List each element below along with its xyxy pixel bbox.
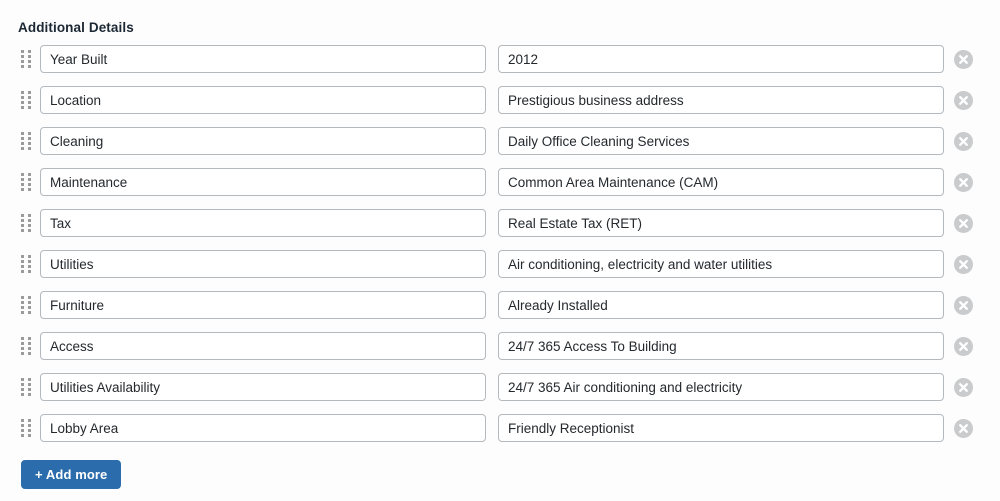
detail-key-input[interactable] (40, 209, 486, 237)
detail-row-5 (0, 250, 1000, 291)
drag-handle-icon[interactable] (21, 337, 32, 356)
remove-row-button[interactable] (954, 214, 973, 233)
drag-handle-icon[interactable] (21, 91, 32, 110)
detail-value-input[interactable] (498, 209, 944, 237)
page-title: Additional Details (18, 20, 134, 35)
detail-row-2 (0, 127, 1000, 168)
detail-value-input[interactable] (498, 45, 944, 73)
detail-value-input[interactable] (498, 373, 944, 401)
detail-row-6 (0, 291, 1000, 332)
detail-value-input[interactable] (498, 127, 944, 155)
detail-row-8 (0, 373, 1000, 414)
detail-value-input[interactable] (498, 168, 944, 196)
detail-key-input[interactable] (40, 127, 486, 155)
remove-row-button[interactable] (954, 255, 973, 274)
detail-key-input[interactable] (40, 250, 486, 278)
additional-details-panel: Additional Details Year Built 2012 Locat… (0, 0, 1000, 501)
detail-key-input[interactable] (40, 291, 486, 319)
drag-handle-icon[interactable] (21, 255, 32, 274)
remove-row-button[interactable] (954, 378, 973, 397)
detail-value-input[interactable] (498, 86, 944, 114)
detail-value-input[interactable] (498, 291, 944, 319)
add-more-button[interactable]: + Add more (21, 460, 122, 489)
remove-row-button[interactable] (954, 91, 973, 110)
detail-row-3 (0, 168, 1000, 209)
drag-handle-icon[interactable] (21, 132, 32, 151)
detail-key-input[interactable] (40, 373, 486, 401)
detail-row-9 (0, 414, 1000, 455)
detail-key-input[interactable] (40, 414, 486, 442)
detail-value-input[interactable] (498, 332, 944, 360)
drag-handle-icon[interactable] (21, 173, 32, 192)
detail-value-input[interactable] (498, 414, 944, 442)
drag-handle-icon[interactable] (21, 214, 32, 233)
detail-row-0 (0, 45, 1000, 86)
detail-value-input[interactable] (498, 250, 944, 278)
drag-handle-icon[interactable] (21, 50, 32, 69)
detail-rows-list (0, 45, 1000, 455)
detail-row-1 (0, 86, 1000, 127)
drag-handle-icon[interactable] (21, 296, 32, 315)
remove-row-button[interactable] (954, 132, 973, 151)
remove-row-button[interactable] (954, 419, 973, 438)
remove-row-button[interactable] (954, 296, 973, 315)
drag-handle-icon[interactable] (21, 378, 32, 397)
detail-key-input[interactable] (40, 332, 486, 360)
remove-row-button[interactable] (954, 173, 973, 192)
drag-handle-icon[interactable] (21, 419, 32, 438)
detail-row-4 (0, 209, 1000, 250)
detail-row-7 (0, 332, 1000, 373)
remove-row-button[interactable] (954, 50, 973, 69)
detail-key-input[interactable] (40, 86, 486, 114)
detail-key-input[interactable] (40, 168, 486, 196)
remove-row-button[interactable] (954, 337, 973, 356)
detail-key-input[interactable] (40, 45, 486, 73)
